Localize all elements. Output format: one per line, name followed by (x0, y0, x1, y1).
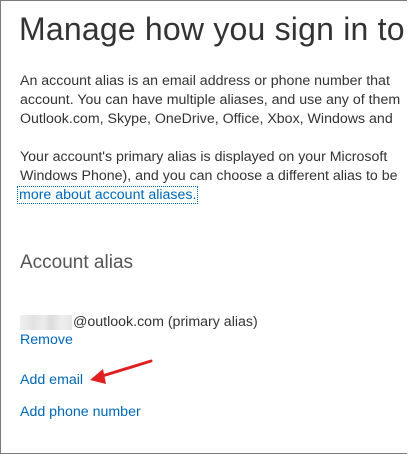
primary-alias-description-line: Your account's primary alias is displaye… (20, 149, 388, 165)
alias-description-line: account. You can have multiple aliases, … (20, 92, 401, 108)
page-title: Manage how you sign in to (19, 11, 405, 47)
add-email-link[interactable]: Add email (20, 372, 83, 388)
add-phone-number-link[interactable]: Add phone number (20, 404, 141, 420)
red-arrow-head (90, 369, 106, 384)
learn-more-aliases-link[interactable]: more about account aliases. (16, 186, 199, 204)
redacted-username (20, 314, 72, 330)
account-settings-panel: Manage how you sign in to An account ali… (0, 0, 407, 454)
primary-alias-description: Your account's primary alias is displaye… (16, 148, 398, 205)
remove-alias-link[interactable]: Remove (20, 332, 73, 348)
learn-more-line: more about account aliases. (16, 186, 398, 205)
alias-description-line: Outlook.com, Skype, OneDrive, Office, Xb… (20, 111, 393, 127)
red-arrow-icon (90, 359, 153, 384)
primary-alias-description-line: Windows Phone), and you can choose a dif… (20, 168, 398, 184)
primary-alias-text: @outlook.com (primary alias) (73, 314, 258, 330)
alias-description-line: An account alias is an email address or … (20, 73, 390, 89)
primary-alias-row: @outlook.com (primary alias) (20, 312, 258, 332)
red-arrow-shaft (97, 359, 153, 379)
account-alias-heading: Account alias (20, 252, 134, 273)
alias-description: An account alias is an email address or … (20, 72, 400, 129)
